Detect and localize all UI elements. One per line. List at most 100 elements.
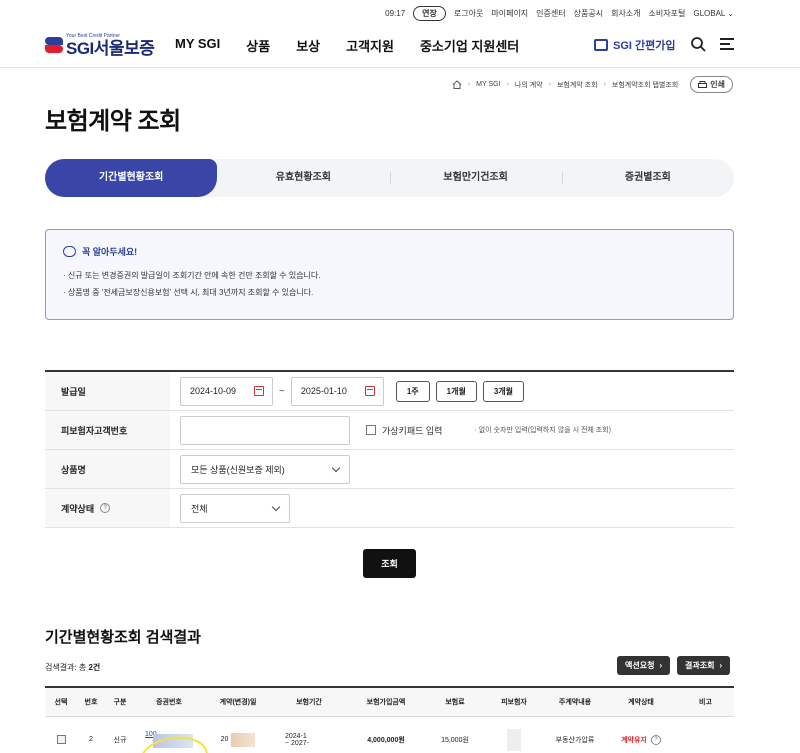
column-header: 번호 (84, 699, 98, 706)
insurance-period-cell: 2024-1 ~ 2027- (273, 717, 345, 753)
results-count: 검색결과: 총 2건 (45, 662, 100, 673)
session-timer: 09:17 (385, 8, 406, 18)
virtual-keypad-label[interactable]: 가상키패드 입력 (382, 424, 442, 437)
form-label: 상품명 (45, 450, 170, 488)
logo-text: SGI서울보증 (66, 38, 155, 58)
row-number: 2 (89, 736, 93, 743)
action-request-button[interactable]: 액션요청 › (617, 656, 671, 675)
form-row-contract-status: 계약상태 ? 전체 (45, 489, 734, 528)
period-start: 2024-1 (285, 732, 307, 740)
home-icon[interactable] (452, 80, 462, 89)
company-link[interactable]: 회사소개 (611, 8, 640, 19)
premium: 15,000원 (441, 736, 469, 744)
notice-box: 꼭 알아두세요! · 신규 또는 변경증권의 발급일이 조회기간 안에 속한 건… (45, 229, 734, 320)
logout-link[interactable]: 로그아웃 (454, 8, 483, 19)
results-title: 기간별현황조회 검색결과 (45, 629, 201, 646)
start-date-input[interactable]: 2024-10-09 (180, 376, 273, 406)
search-icon[interactable] (690, 36, 706, 52)
tab-bar: 기간별현황조회 유효현황조회 보험만기건조회 증권별조회 (45, 159, 734, 197)
menu-icon[interactable] (720, 38, 734, 50)
product-notice-link[interactable]: 상품공시 (574, 8, 603, 19)
tab-by-policy[interactable]: 증권별조회 (561, 159, 734, 197)
nav-claims[interactable]: 보상 (296, 36, 320, 55)
search-button[interactable]: 조회 (363, 549, 416, 578)
mypage-link[interactable]: 마이페이지 (491, 8, 528, 19)
notice-title: 꼭 알아두세요! (82, 247, 138, 257)
breadcrumb-item[interactable]: 나의 계약 (515, 80, 543, 90)
global-dropdown[interactable]: GLOBAL ⌄ (693, 9, 734, 18)
result-view-button[interactable]: 결과조회 › (677, 656, 731, 675)
nav-sme-center[interactable]: 중소기업 지원센터 (420, 36, 519, 55)
range-separator: ~ (279, 385, 285, 397)
form-row-issue-date: 발급일 2024-10-09 ~ 2025-01-10 1주 1개월 3개월 (45, 372, 734, 411)
print-label: 인쇄 (710, 80, 725, 89)
start-date-value: 2024-10-09 (190, 386, 237, 396)
separator-icon: › (506, 81, 509, 88)
main-contract: 부동산가압류 (555, 736, 595, 744)
nav-my-sgi[interactable]: MY SGI (175, 36, 220, 55)
table-row: 2 신규 100 20 2024-1 ~ 2027- 4,000,000원 15… (45, 717, 734, 753)
speech-bubble-icon (63, 246, 76, 257)
chevron-down-icon: ⌄ (727, 8, 734, 18)
product-select[interactable]: 모든 상품(신원보증 제외) (180, 454, 350, 484)
period-1-month-button[interactable]: 1개월 (435, 380, 477, 402)
table-header: 선택 번호 구분 증권번호 계약(변경)일 보험기간 보험가입금액 보험료 피보… (45, 688, 734, 717)
tab-expiry[interactable]: 보험만기건조회 (389, 159, 562, 197)
tab-valid-status[interactable]: 유효현황조회 (217, 159, 389, 197)
calendar-icon[interactable] (254, 386, 264, 396)
utility-bar: 09:17 연장 로그아웃 마이페이지 인증센터 상품공시 회사소개 소비자포털… (0, 0, 800, 26)
row-checkbox[interactable] (56, 735, 66, 744)
end-date-value: 2025-01-10 (300, 386, 347, 396)
site-header: Your Best Credit Partner SGI서울보증 MY SGI … (0, 28, 800, 68)
insured-id-input[interactable] (180, 415, 350, 445)
consumer-portal-link[interactable]: 소비자포털 (649, 8, 686, 19)
tab-period-status[interactable]: 기간별현황조회 (45, 159, 218, 197)
results-table: 선택 번호 구분 증권번호 계약(변경)일 보험기간 보험가입금액 보험료 피보… (45, 686, 734, 753)
logo-mark-icon (45, 36, 63, 54)
input-hint: · 없이 숫자만 입력(입력하지 않을 시 전체 조회) (474, 427, 611, 434)
virtual-keypad-checkbox[interactable] (366, 425, 376, 435)
redacted-area (507, 728, 521, 751)
column-header: 주계약내용 (558, 699, 592, 706)
column-header: 비고 (699, 699, 712, 706)
column-header: 보험료 (445, 699, 465, 706)
auth-center-link[interactable]: 인증센터 (536, 8, 565, 19)
note (677, 717, 734, 753)
chevron-down-icon (271, 502, 281, 511)
period-3-month-button[interactable]: 3개월 (482, 380, 524, 402)
separator-icon: › (467, 81, 471, 88)
global-label: GLOBAL (693, 8, 726, 18)
logo[interactable]: Your Best Credit Partner SGI서울보증 (45, 28, 155, 62)
contract-status-select[interactable]: 전체 (180, 493, 290, 523)
help-icon[interactable]: ? (100, 503, 111, 513)
print-button[interactable]: 인쇄 (690, 76, 733, 93)
insured-amount: 4,000,000원 (367, 736, 405, 744)
form-label: 계약상태 (61, 503, 95, 514)
calendar-icon[interactable] (364, 386, 375, 396)
row-type: 신규 (113, 736, 127, 744)
contract-date-value: 20 (220, 736, 229, 743)
results-count-prefix: 검색결과: 총 (45, 663, 89, 672)
column-header: 보험기간 (296, 699, 322, 706)
row-select-cell (45, 717, 77, 753)
form-label-wrap: 계약상태 ? (45, 489, 170, 527)
breadcrumb-item[interactable]: 보험계약 조회 (557, 80, 598, 90)
period-1-week-button[interactable]: 1주 (395, 380, 430, 402)
contract-status-value: 전체 (191, 503, 208, 514)
breadcrumb-item[interactable]: MY SGI (476, 81, 500, 88)
action-request-label: 액션요청 (625, 661, 655, 670)
nav-support[interactable]: 고객지원 (346, 36, 394, 55)
notice-line: · 상품명 중 '전세금보장신용보험' 선택 시, 최대 3년까지 조회할 수 … (63, 288, 314, 297)
extend-session-button[interactable]: 연장 (413, 5, 446, 21)
column-header: 계약상태 (628, 699, 654, 706)
printer-icon (698, 80, 708, 88)
nav-products[interactable]: 상품 (246, 36, 270, 55)
breadcrumb-current: 보험계약조회 탭별조회 (611, 81, 679, 89)
end-date-input[interactable]: 2025-01-10 (290, 376, 384, 406)
status-cell: 계약유지 ? (605, 717, 677, 753)
page-title: 보험계약 조회 (45, 108, 181, 135)
column-header: 선택 (54, 699, 68, 706)
period-end: ~ 2027- (285, 739, 309, 747)
easy-join-button[interactable]: SGI 간편가입 (594, 37, 676, 53)
help-icon[interactable]: ? (650, 734, 661, 745)
